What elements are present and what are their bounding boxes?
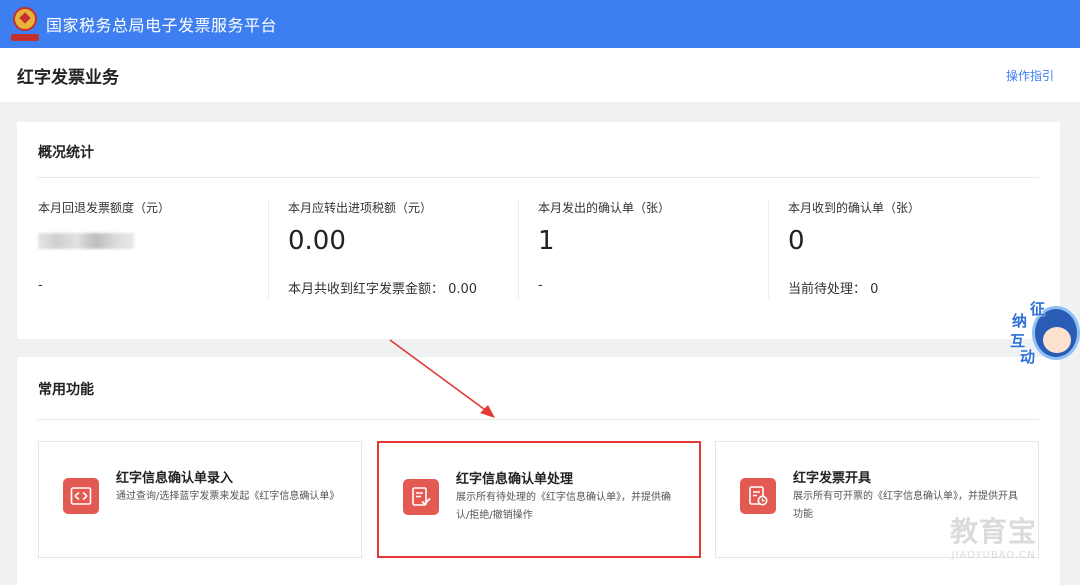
func-confirmation-entry[interactable]: 红字信息确认单录入 通过查询/选择蓝字发票来发起《红字信息确认单》 (38, 441, 362, 558)
operation-guide-link[interactable]: 操作指引 (1006, 67, 1054, 84)
page-header: 红字发票业务 操作指引 (0, 48, 1080, 102)
func-title: 红字发票开具 (793, 471, 872, 486)
func-desc: 展示所有待处理的《红字信息确认单》，并提供确认/拒绝/撤销操作 (456, 492, 671, 521)
stat-label: 本月收到的确认单（张） (788, 201, 921, 215)
stat-received-confirmations: 本月收到的确认单（张） 0 当前待处理： 0 (768, 199, 1038, 299)
stat-value: 1 (538, 226, 555, 256)
func-red-invoice-issue[interactable]: 红字发票开具 展示所有可开票的《红字信息确认单》，并提供开具功能 (715, 441, 1039, 558)
stat-label: 本月应转出进项税额（元） (288, 201, 433, 215)
divider (38, 419, 1039, 420)
func-desc: 展示所有可开票的《红字信息确认单》，并提供开具功能 (793, 491, 1018, 520)
func-title: 红字信息确认单录入 (116, 471, 234, 486)
mascot-char: 纳 (1012, 312, 1028, 330)
invoice-clock-icon (740, 478, 776, 514)
divider (38, 177, 1039, 178)
mascot-char: 征 (1030, 300, 1046, 318)
mascot-char: 动 (1020, 348, 1036, 366)
stat-value-redacted (38, 226, 288, 256)
stat-returned-quota: 本月回退发票额度（元） - (38, 199, 288, 299)
functions-title: 常用功能 (38, 382, 94, 398)
tax-emblem-logo (10, 7, 40, 41)
page-title: 红字发票业务 (17, 67, 119, 88)
stat-sub: 当前待处理： 0 (788, 282, 879, 297)
func-title: 红字信息确认单处理 (456, 472, 574, 487)
stat-sub: - (538, 278, 543, 293)
stat-sub: - (38, 278, 43, 293)
stat-label: 本月回退发票额度（元） (38, 201, 171, 215)
stat-sent-confirmations: 本月发出的确认单（张） 1 - (518, 199, 788, 299)
swap-arrows-icon (63, 478, 99, 514)
stat-value: 0.00 (288, 226, 346, 256)
document-check-icon (403, 479, 439, 515)
stat-value: 0 (788, 226, 805, 256)
platform-title: 国家税务总局电子发票服务平台 (46, 16, 278, 35)
overview-card: 概况统计 本月回退发票额度（元） - 本月应转出进项税额（元） 0.00 本月共… (17, 122, 1060, 339)
functions-card: 常用功能 红字信息确认单录入 通过查询/选择蓝字发票来发起《红字信息确认单》 红… (17, 357, 1060, 585)
stat-sub: 本月共收到红字发票金额： 0.00 (288, 282, 478, 297)
func-desc: 通过查询/选择蓝字发票来发起《红字信息确认单》 (116, 491, 340, 502)
top-bar: 国家税务总局电子发票服务平台 (0, 0, 1080, 48)
stat-input-tax-transfer: 本月应转出进项税额（元） 0.00 本月共收到红字发票金额： 0.00 (268, 199, 538, 299)
mascot-interaction-widget[interactable]: 征 纳 互 动 (1006, 298, 1080, 368)
func-confirmation-processing[interactable]: 红字信息确认单处理 展示所有待处理的《红字信息确认单》，并提供确认/拒绝/撤销操… (377, 441, 701, 558)
overview-title: 概况统计 (38, 145, 94, 161)
stat-label: 本月发出的确认单（张） (538, 201, 671, 215)
